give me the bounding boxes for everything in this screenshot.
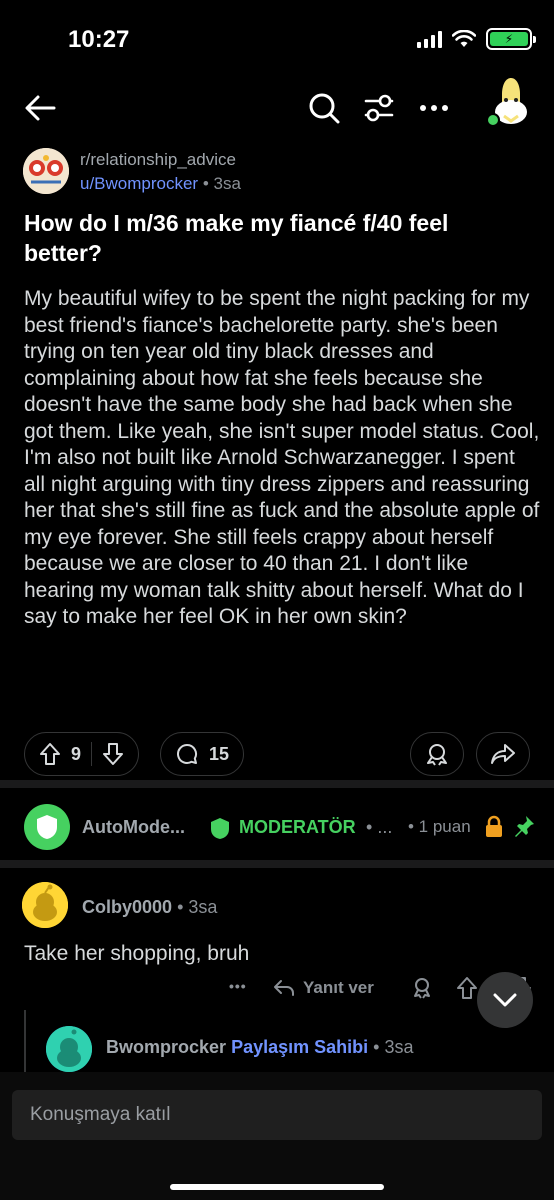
automod-meta: • ...	[366, 817, 392, 838]
comment-avatar[interactable]	[22, 882, 68, 928]
reply-username[interactable]: Bwomprocker	[106, 1037, 226, 1057]
vote-control: 9	[24, 732, 140, 776]
nested-reply: Bwomprocker Paylaşım Sahibi • 3sa	[0, 1010, 554, 1074]
reply-age: • 3sa	[373, 1037, 414, 1057]
post-title: How do I m/36 make my fiancé f/40 feel b…	[24, 210, 449, 266]
award-button[interactable]	[410, 732, 464, 776]
comments-button[interactable]: 15	[160, 732, 245, 776]
comment-age: • 3sa	[177, 897, 218, 917]
award-icon[interactable]	[410, 976, 434, 1000]
thread-line[interactable]	[24, 1010, 26, 1074]
post-author[interactable]: u/Bwomprocker	[80, 174, 198, 193]
scroll-next-button[interactable]	[477, 972, 533, 1028]
lock-icon	[486, 815, 502, 837]
comment-composer[interactable]: Konuşmaya katıl	[12, 1090, 542, 1140]
arrow-left-icon	[25, 95, 56, 121]
sliders-icon	[364, 94, 394, 122]
post-action-row: 9 15	[0, 732, 554, 776]
battery-icon: ⚡	[486, 28, 536, 50]
search-icon	[309, 93, 340, 124]
automod-username[interactable]: AutoMode...	[82, 817, 185, 838]
vote-divider	[91, 742, 93, 766]
section-divider	[0, 780, 554, 788]
subreddit-name[interactable]: r/relationship_advice	[80, 150, 236, 170]
chevron-down-icon	[493, 993, 517, 1007]
award-icon	[427, 744, 447, 766]
reply-meta: Bwomprocker Paylaşım Sahibi • 3sa	[106, 1037, 413, 1058]
comment-meta: Colby0000 • 3sa	[82, 897, 217, 918]
pin-icon	[515, 816, 534, 837]
ellipsis-icon	[420, 105, 448, 111]
upvote-icon[interactable]	[39, 742, 61, 766]
comment-bubble-icon	[177, 744, 197, 764]
upvote-icon[interactable]	[456, 976, 478, 1000]
status-bar: 10:27 ⚡	[0, 0, 554, 80]
section-divider-2	[0, 860, 554, 868]
vote-count: 9	[71, 743, 82, 764]
back-button[interactable]	[20, 88, 60, 128]
reply-button[interactable]: Yanıt ver	[303, 978, 374, 998]
post-body: My beautiful wifey to be spent the night…	[24, 287, 540, 628]
comment-more-button[interactable]: •••	[229, 978, 247, 994]
avatar	[486, 78, 527, 127]
status-icons: ⚡	[417, 28, 536, 50]
shield-icon	[37, 815, 57, 839]
reply-arrow-icon[interactable]	[272, 976, 296, 1000]
subreddit-icon	[23, 148, 69, 194]
automod-sep: •	[366, 817, 373, 837]
status-time: 10:27	[68, 26, 130, 53]
downvote-icon[interactable]	[102, 742, 124, 766]
comment-text: Take her shopping, bruh	[24, 942, 250, 965]
wifi-icon	[452, 30, 476, 47]
composer-placeholder: Konuşmaya katıl	[30, 1104, 171, 1125]
signal-icon	[417, 30, 442, 48]
top-nav	[0, 78, 554, 136]
comment-actions: ••• Yanıt ver 8	[0, 976, 554, 1006]
comment-username[interactable]: Colby0000	[82, 897, 172, 917]
more-options-button[interactable]	[414, 88, 454, 128]
share-button[interactable]	[476, 732, 530, 776]
reply-avatar[interactable]	[46, 1026, 92, 1072]
share-icon	[491, 744, 515, 764]
automod-truncated: ...	[377, 817, 393, 837]
post-meta: u/Bwomprocker • 3sa	[80, 174, 241, 194]
sort-filter-button[interactable]	[359, 88, 399, 128]
op-badge: Paylaşım Sahibi	[231, 1037, 369, 1057]
comment-count: 15	[209, 743, 230, 764]
user-avatar-button[interactable]	[486, 74, 536, 132]
meta-separator: •	[202, 174, 209, 193]
automod-points: • 1 puan	[408, 817, 471, 836]
automod-comment-collapsed[interactable]: AutoMode... MODERATÖR • ... • 1 puan	[0, 800, 554, 856]
snoo-avatar-icon	[46, 1026, 92, 1072]
automod-avatar[interactable]	[24, 804, 70, 850]
subreddit-avatar[interactable]	[23, 148, 69, 194]
post-age: 3sa	[213, 174, 241, 193]
home-indicator[interactable]	[170, 1184, 384, 1190]
moderator-shield-icon	[211, 818, 229, 839]
snoo-avatar-icon	[22, 882, 68, 928]
search-button[interactable]	[304, 88, 344, 128]
moderator-badge: MODERATÖR	[239, 817, 356, 837]
